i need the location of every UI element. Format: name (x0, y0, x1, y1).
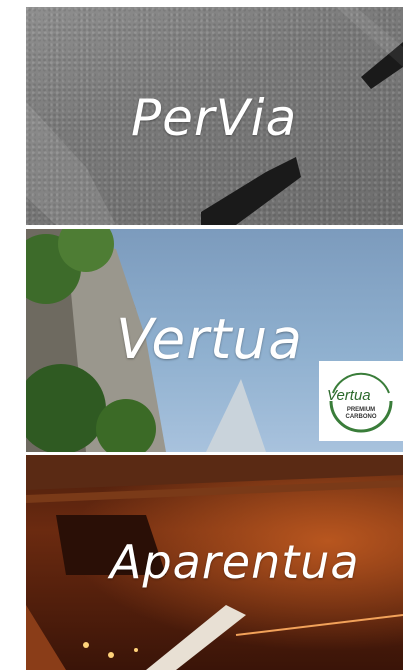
pervia-logo: PerVia (131, 89, 298, 147)
vertua-badge: Vertua PREMIUM CARBONO (319, 361, 403, 441)
pervia-panel[interactable]: PerVia (26, 7, 403, 225)
aparentua-logo: Aparentua (110, 535, 360, 589)
vertua-panel[interactable]: Vertua Vertua PREMIUM CARBONO (26, 229, 403, 452)
aparentua-panel[interactable]: Aparentua (26, 455, 403, 670)
badge-subtitle: PREMIUM CARBONO (345, 407, 377, 420)
vertua-logo: Vertua (116, 307, 303, 371)
badge-title: Vertua (327, 387, 371, 404)
